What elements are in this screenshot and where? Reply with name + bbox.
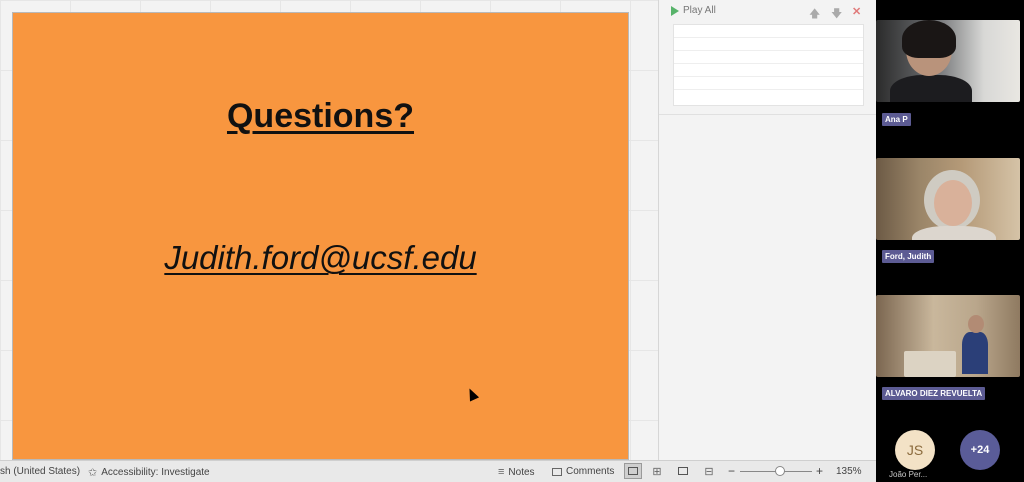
- zoom-in-button[interactable]: +: [816, 464, 823, 478]
- participant-name-tag: Ford, Judith: [882, 250, 935, 263]
- status-bar: sh (United States) ✩ Accessibility: Inve…: [0, 460, 876, 482]
- language-label: sh (United States): [0, 466, 81, 477]
- slide-editor-canvas[interactable]: Questions? Judith.ford@ucsf.edu: [0, 0, 658, 460]
- zoom-out-button[interactable]: −: [728, 464, 735, 478]
- normal-view-icon: [628, 467, 638, 475]
- desk-shape: [904, 351, 956, 377]
- accessibility-icon: ✩: [88, 467, 98, 479]
- animation-list-row: [674, 64, 863, 77]
- participant-face: [934, 180, 972, 226]
- slide-title[interactable]: Questions?: [13, 97, 628, 136]
- slide-sorter-view-button[interactable]: ⊞: [648, 463, 666, 479]
- more-participants-button[interactable]: +24: [960, 430, 1000, 470]
- animation-list-row: [674, 25, 863, 38]
- participant-hair: [902, 20, 956, 58]
- slide[interactable]: Questions? Judith.ford@ucsf.edu: [12, 12, 629, 460]
- animation-pane: Play All 🡅 🡇 ✕: [658, 0, 876, 460]
- participant-name-tag: ALVARO DIEZ REVUELTA: [882, 387, 986, 400]
- reading-view-icon: [678, 467, 688, 475]
- participant-name-tag: Ana P: [882, 113, 911, 126]
- notes-icon: ≡: [498, 466, 505, 478]
- reading-view-button[interactable]: [674, 463, 692, 479]
- play-all-button[interactable]: Play All: [671, 5, 716, 16]
- participant-silhouette: [912, 226, 996, 240]
- normal-view-button[interactable]: [624, 463, 642, 479]
- zoom-level[interactable]: 135%: [836, 466, 862, 477]
- slide-show-button[interactable]: ⊟: [700, 463, 718, 479]
- arrow-down-icon[interactable]: 🡇: [831, 5, 842, 24]
- language-status[interactable]: sh (United States): [0, 466, 80, 477]
- notes-label: Notes: [508, 466, 535, 478]
- animation-list[interactable]: [673, 24, 864, 106]
- comments-button[interactable]: Comments: [552, 466, 614, 477]
- participant-video-tile[interactable]: [876, 158, 1020, 240]
- animation-list-row: [674, 77, 863, 90]
- participant-video-tile[interactable]: [876, 295, 1020, 377]
- pane-divider: [659, 114, 876, 115]
- participant-face: [968, 315, 984, 333]
- participant-video-tile[interactable]: [876, 20, 1020, 102]
- mouse-cursor-icon: [464, 386, 480, 402]
- presentation-icon: ⊟: [704, 465, 714, 478]
- accessibility-status[interactable]: ✩ Accessibility: Investigate: [88, 466, 210, 479]
- animation-list-row: [674, 51, 863, 64]
- avatar-name: João Per...: [889, 470, 928, 479]
- comments-icon: [552, 467, 562, 476]
- avatar[interactable]: JS: [895, 430, 935, 470]
- participant-silhouette: [962, 332, 988, 374]
- grid-icon: ⊞: [652, 465, 662, 478]
- play-all-label: Play All: [683, 5, 716, 16]
- play-icon: [671, 5, 679, 16]
- accessibility-label: Accessibility: Investigate: [101, 467, 210, 478]
- zoom-slider-thumb[interactable]: [774, 466, 785, 476]
- arrow-up-icon[interactable]: 🡅: [809, 5, 820, 24]
- animation-pane-header: Play All 🡅 🡇 ✕: [659, 0, 876, 24]
- comments-label: Comments: [566, 466, 615, 477]
- participant-silhouette: [890, 75, 972, 102]
- video-gallery: Ana P Ford, Judith ALVARO DIEZ REVUELTA …: [876, 0, 1024, 482]
- slide-email[interactable]: Judith.ford@ucsf.edu: [13, 239, 628, 277]
- animation-list-row: [674, 38, 863, 51]
- notes-button[interactable]: ≡ Notes: [498, 466, 535, 478]
- close-icon[interactable]: ✕: [852, 5, 861, 18]
